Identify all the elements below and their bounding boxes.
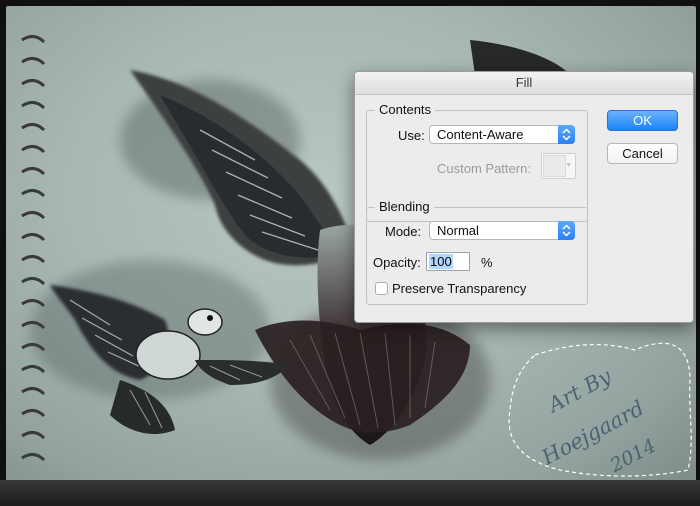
ok-button[interactable]: OK bbox=[607, 110, 678, 131]
svg-text:Art By: Art By bbox=[542, 364, 616, 418]
use-label: Use: bbox=[398, 128, 425, 143]
use-popup[interactable]: Content-Aware bbox=[429, 125, 575, 144]
custom-pattern-picker: ▼ bbox=[541, 153, 576, 179]
custom-pattern-label: Custom Pattern: bbox=[437, 161, 531, 176]
opacity-value: 100 bbox=[429, 254, 453, 269]
popup-arrows-icon bbox=[558, 221, 575, 240]
use-value: Content-Aware bbox=[437, 127, 524, 142]
opacity-label: Opacity: bbox=[373, 255, 421, 270]
pattern-swatch bbox=[543, 155, 566, 177]
mode-value: Normal bbox=[437, 223, 479, 238]
artist-signature: Art By Hoejgaard 2014 bbox=[537, 364, 660, 478]
cancel-button[interactable]: Cancel bbox=[607, 143, 678, 164]
blending-group-label: Blending bbox=[375, 199, 434, 214]
preserve-transparency-label[interactable]: Preserve Transparency bbox=[392, 281, 526, 296]
selection-marquee[interactable] bbox=[508, 342, 692, 477]
preserve-transparency-checkbox[interactable] bbox=[375, 282, 388, 295]
chevron-down-icon: ▼ bbox=[565, 162, 572, 169]
mode-popup[interactable]: Normal bbox=[429, 221, 575, 240]
popup-arrows-icon bbox=[558, 125, 575, 144]
spiral-binding bbox=[21, 35, 46, 462]
opacity-unit: % bbox=[481, 255, 493, 270]
svg-text:2014: 2014 bbox=[606, 435, 660, 478]
fill-dialog: Fill Contents Use: Content-Aware Custom … bbox=[354, 71, 694, 323]
opacity-input[interactable]: 100 bbox=[426, 252, 470, 271]
mode-label: Mode: bbox=[385, 224, 422, 239]
contents-group-label: Contents bbox=[375, 102, 436, 117]
dialog-title[interactable]: Fill bbox=[355, 72, 693, 95]
background-floor bbox=[0, 480, 700, 506]
